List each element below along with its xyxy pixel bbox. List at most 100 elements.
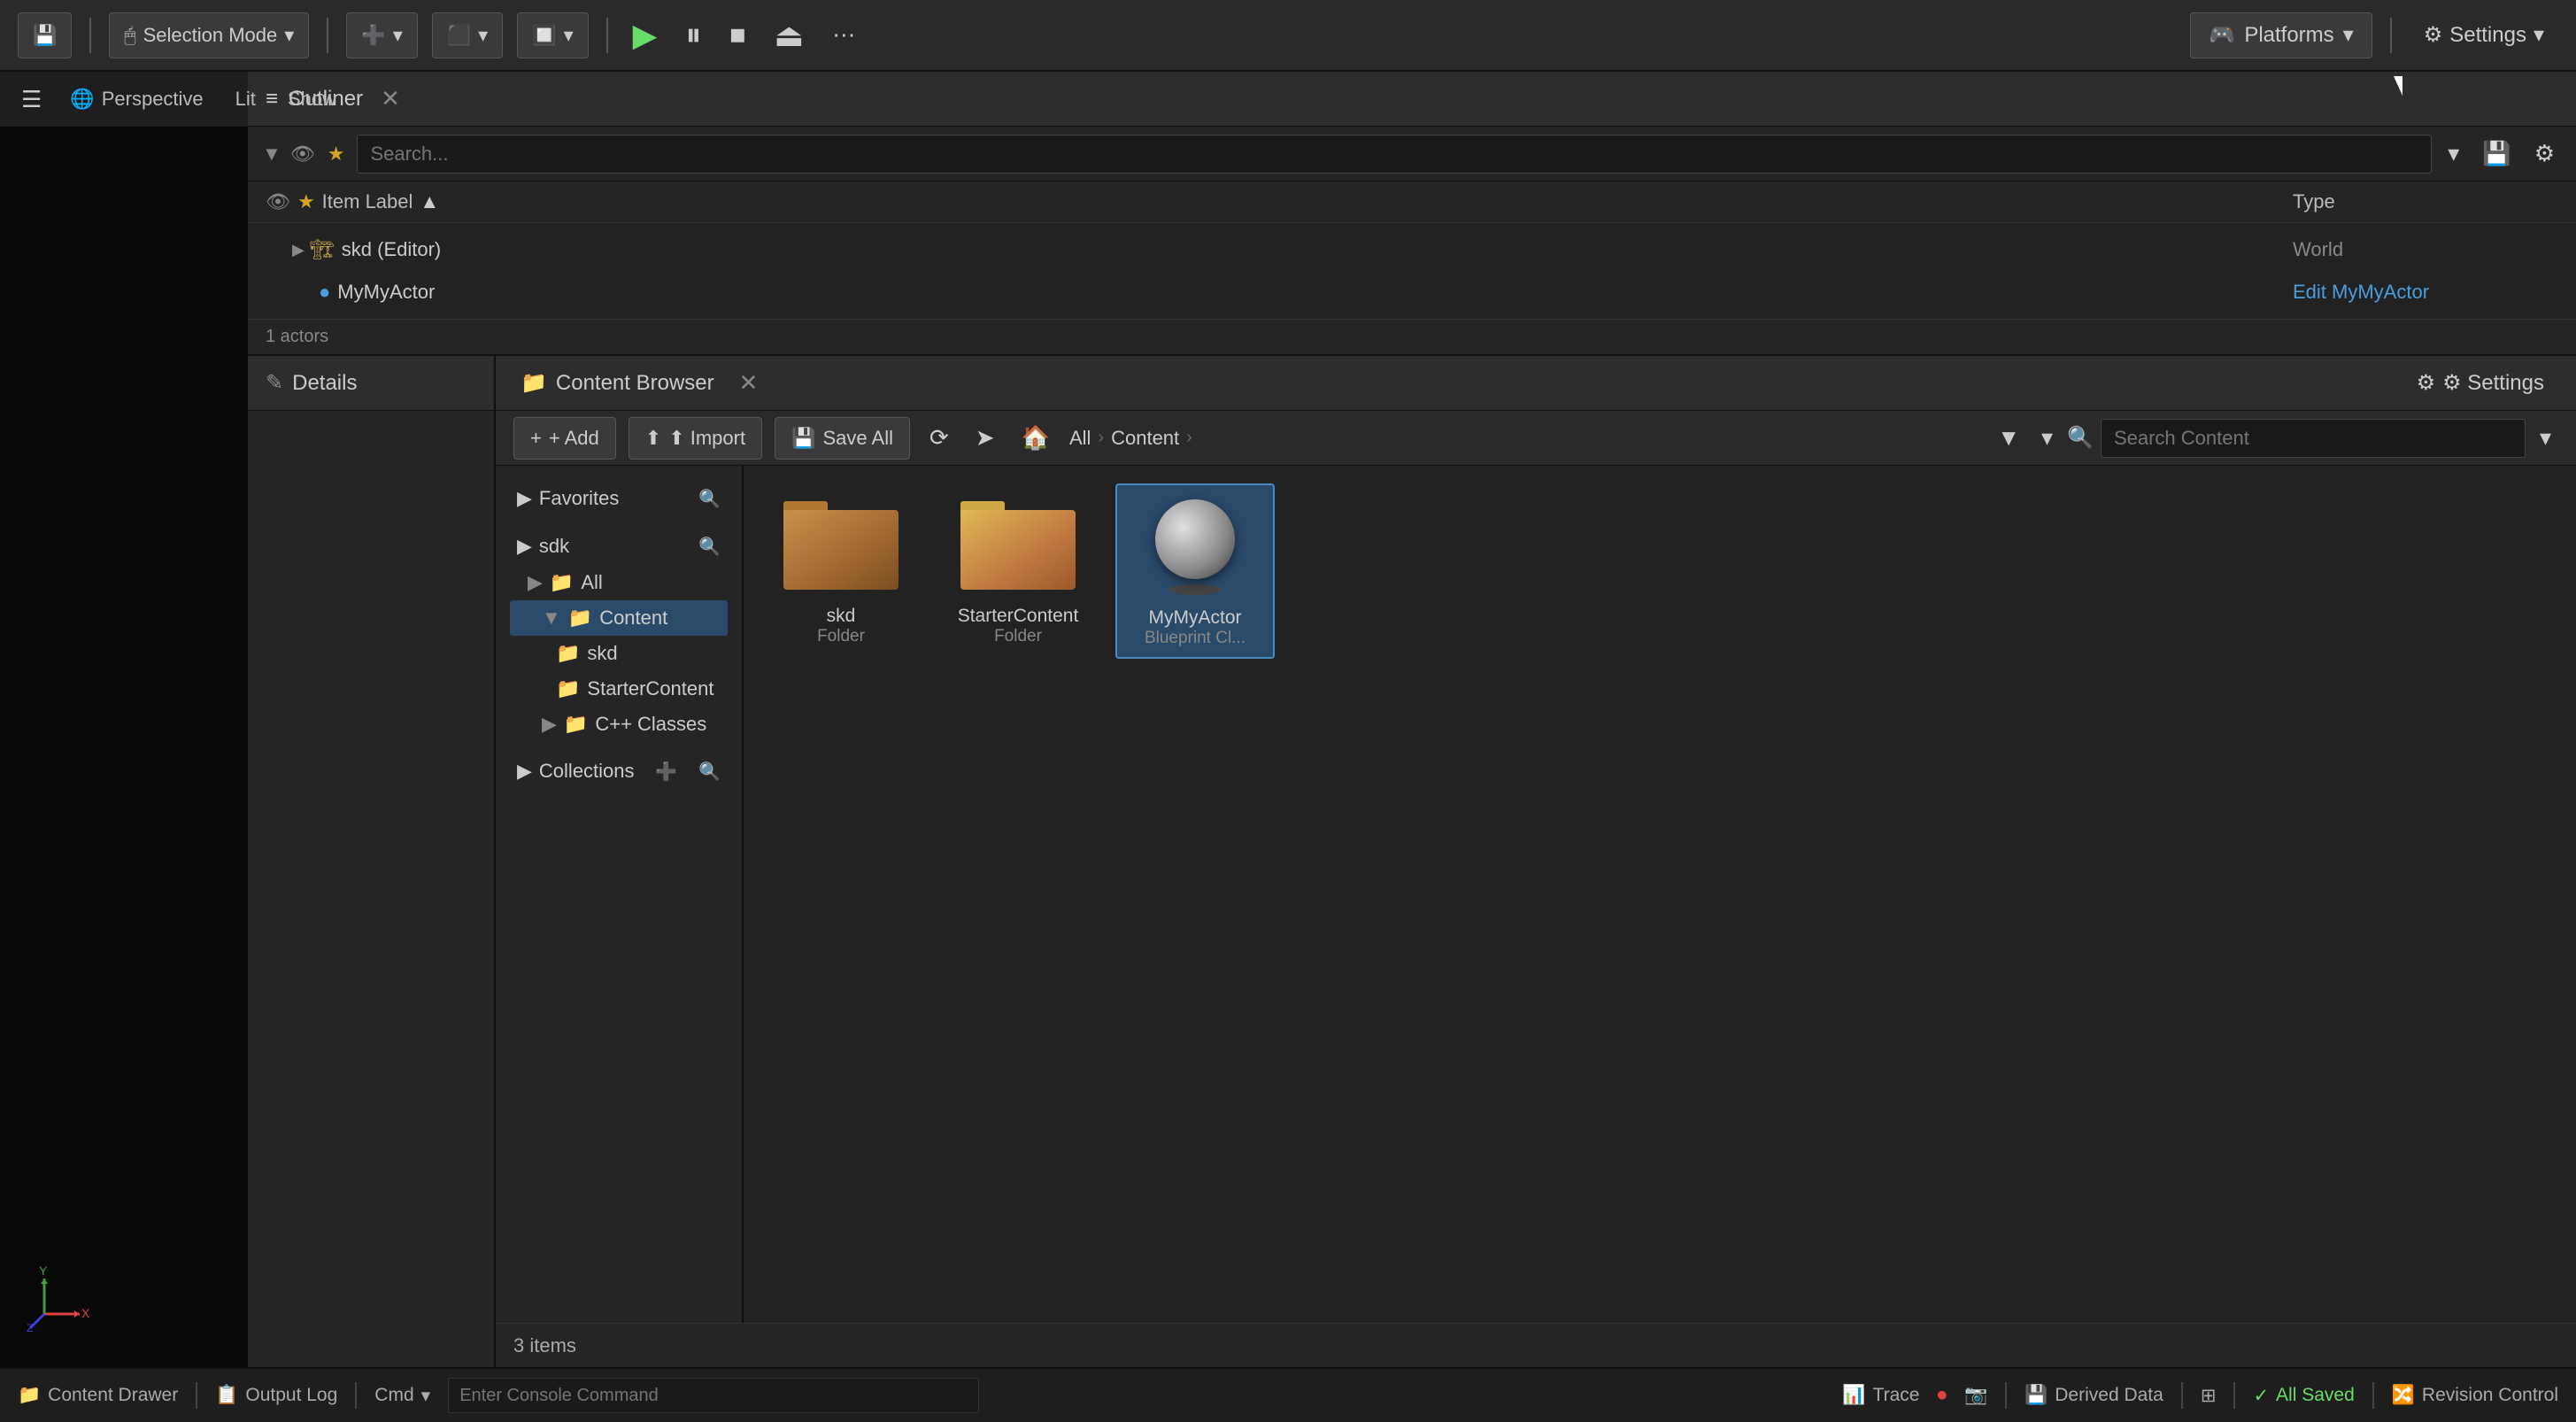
cb-settings-button[interactable]: ⚙ ⚙ Settings [2402, 360, 2558, 406]
sidebar-item-skd[interactable]: 📁 skd [510, 636, 728, 671]
import-icon: ⬆ [645, 427, 661, 450]
content-drawer-icon: 📁 [18, 1385, 41, 1406]
camera-button[interactable]: 📷 [1964, 1385, 1987, 1406]
console-input[interactable] [448, 1378, 979, 1413]
import-button[interactable]: ⬆ ⬆ Import [629, 417, 762, 460]
collections-search-button[interactable]: 🔍 [698, 761, 721, 783]
viewport-show-tab[interactable]: Show [277, 82, 347, 116]
viewport-canvas[interactable]: X Y Z [0, 127, 248, 1367]
list-item[interactable]: StarterContent Folder [938, 483, 1098, 659]
transform-arrow: ▾ [478, 24, 488, 47]
eject-button[interactable]: ⏏ [767, 13, 811, 58]
favorites-collapse-icon: ▶ [517, 487, 532, 510]
cb-nav-back-button[interactable]: ⟳ [922, 415, 956, 461]
favorites-search-button[interactable]: 🔍 [698, 488, 721, 510]
content-browser-close-button[interactable]: ✕ [739, 369, 759, 397]
viewport-perspective-tab[interactable]: 🌐 Perspective [59, 82, 213, 116]
favorites-header[interactable]: ▶ Favorites 🔍 [510, 480, 728, 517]
add-actor-button[interactable]: ➕ ▾ [346, 12, 417, 58]
list-item[interactable]: skd Folder [761, 483, 921, 659]
output-log-button[interactable]: 📋 Output Log [215, 1385, 337, 1406]
settings-button[interactable]: ⚙ Settings ▾ [2410, 12, 2558, 58]
trace-button[interactable]: 📊 Trace [1842, 1385, 1919, 1406]
cb-search-input[interactable] [2101, 419, 2526, 458]
outliner-search-dropdown[interactable]: ▾ [2441, 131, 2466, 177]
add-actor-icon: ➕ [361, 24, 385, 47]
list-item[interactable]: MyMyActor Blueprint Cl... [1115, 483, 1275, 659]
add-label: + Add [549, 427, 599, 450]
platforms-dropdown-icon: ▾ [2343, 22, 2354, 48]
top-toolbar: 💾 🖱 Selection Mode ▾ ➕ ▾ ⬛ ▾ 🔲 ▾ ▶ ⏸ ⏹ ⏏… [0, 0, 2576, 72]
outliner-content: ▶ 🏗 skd (Editor) World ● MyMyActor Edit … [248, 223, 2576, 319]
outliner-close-button[interactable]: ✕ [381, 85, 400, 112]
table-row[interactable]: ▶ 🏗 skd (Editor) World [248, 228, 2576, 271]
derived-data-button[interactable]: 💾 Derived Data [2025, 1385, 2163, 1406]
outliner-columns: 👁 ★ Item Label ▲ Type [248, 182, 2576, 223]
outliner-settings-icon[interactable]: ⚙ [2527, 131, 2562, 177]
revision-control-button[interactable]: 🔀 Revision Control [2392, 1385, 2558, 1406]
cb-nav-home-button[interactable]: 🏠 [1014, 415, 1057, 461]
outliner-filter-button[interactable]: ▼ [262, 143, 282, 166]
grid-icon-button[interactable]: ⊞ [2201, 1385, 2217, 1407]
file-type-starter: Folder [994, 627, 1042, 646]
transform-icon: ⬛ [447, 24, 471, 47]
content-browser-tab[interactable]: 📁 Content Browser [513, 370, 721, 396]
right-panel: ≡ Outliner ✕ ▼ 👁 ★ ▾ 💾 ⚙ 👁 ★ Item L [248, 72, 2576, 1367]
outliner-header: ≡ Outliner ✕ [248, 72, 2576, 127]
sidebar-item-all[interactable]: ▶ 📁 All [510, 565, 728, 600]
collections-add-button[interactable]: ➕ [655, 761, 677, 783]
breadcrumb-sep-1: › [1098, 428, 1104, 448]
settings-gear-icon: ⚙ [2424, 22, 2443, 48]
outliner-save-icon[interactable]: 💾 [2475, 131, 2518, 177]
blueprint-thumbnail-mymyactor [1133, 494, 1257, 600]
viewport-lit-tab[interactable]: Lit [225, 82, 266, 116]
svg-text:Y: Y [39, 1264, 48, 1278]
sdk-search-button[interactable]: 🔍 [698, 536, 721, 558]
details-header: ✎ Details [248, 356, 494, 411]
add-button[interactable]: + + Add [513, 417, 616, 460]
cb-filter-dropdown-button[interactable]: ▾ [2034, 415, 2060, 461]
sdk-header[interactable]: ▶ sdk 🔍 [510, 528, 728, 565]
stop-button[interactable]: ⏹ [722, 12, 752, 58]
platforms-button[interactable]: 🎮 Platforms ▾ [2190, 12, 2372, 58]
breadcrumb-all[interactable]: All [1069, 427, 1091, 450]
sidebar-item-content[interactable]: ▼ 📁 Content [510, 600, 728, 636]
record-button[interactable]: ⏺ [1937, 1385, 1947, 1406]
favorites-section: ▶ Favorites 🔍 [496, 475, 742, 522]
breadcrumb-content[interactable]: Content [1111, 427, 1179, 450]
edit-mymyactor-link[interactable]: Edit MyMyActor [2293, 281, 2558, 304]
save-button[interactable]: 💾 [18, 12, 72, 58]
output-log-label: Output Log [245, 1385, 337, 1406]
content-folder-icon: 📁 [568, 607, 592, 630]
cb-search-icon: 🔍 [2067, 425, 2094, 451]
outliner-search-input[interactable] [357, 135, 2432, 174]
pause-button[interactable]: ⏸ [678, 12, 708, 58]
sidebar-item-starter-content[interactable]: 📁 StarterContent [510, 671, 728, 707]
breadcrumb: All › Content › [1069, 427, 1978, 450]
save-all-icon: 💾 [791, 427, 815, 450]
starter-folder-icon: 📁 [556, 677, 580, 700]
table-row[interactable]: ● MyMyActor Edit MyMyActor [248, 271, 2576, 313]
transform-button[interactable]: ⬛ ▾ [432, 12, 503, 58]
skd-folder-label: skd [587, 642, 617, 665]
save-all-button[interactable]: 💾 Save All [775, 417, 910, 460]
cmd-button[interactable]: Cmd ▾ [374, 1385, 430, 1407]
cb-nav-forward-button[interactable]: ➤ [968, 415, 1002, 461]
play-button[interactable]: ▶ [626, 13, 665, 58]
more-options-button[interactable]: ⋯ [825, 12, 862, 58]
content-drawer-button[interactable]: 📁 Content Drawer [18, 1385, 178, 1406]
cb-search-options-button[interactable]: ▾ [2533, 415, 2558, 461]
col-type-header: Type [2293, 190, 2558, 213]
viewport-menu-button[interactable]: ☰ [14, 76, 49, 122]
sidebar-item-cpp-classes[interactable]: ▶ 📁 C++ Classes [510, 707, 728, 742]
cb-filter-button[interactable]: ▼ [1990, 415, 2027, 461]
selection-mode-button[interactable]: 🖱 Selection Mode ▾ [109, 12, 309, 58]
snap-button[interactable]: 🔲 ▾ [517, 12, 588, 58]
collections-header[interactable]: ▶ Collections ➕ 🔍 [510, 753, 728, 790]
sdk-expand-icon: ▶ [517, 535, 532, 558]
sdk-section: ▶ sdk 🔍 ▶ 📁 All ▼ 📁 [496, 522, 742, 747]
all-saved-button[interactable]: ✓ All Saved [2253, 1385, 2354, 1407]
col-item-label: 👁 ★ Item Label ▲ [266, 190, 2293, 213]
content-browser-tab-icon: 📁 [521, 370, 547, 396]
snap-arrow: ▾ [564, 24, 574, 47]
